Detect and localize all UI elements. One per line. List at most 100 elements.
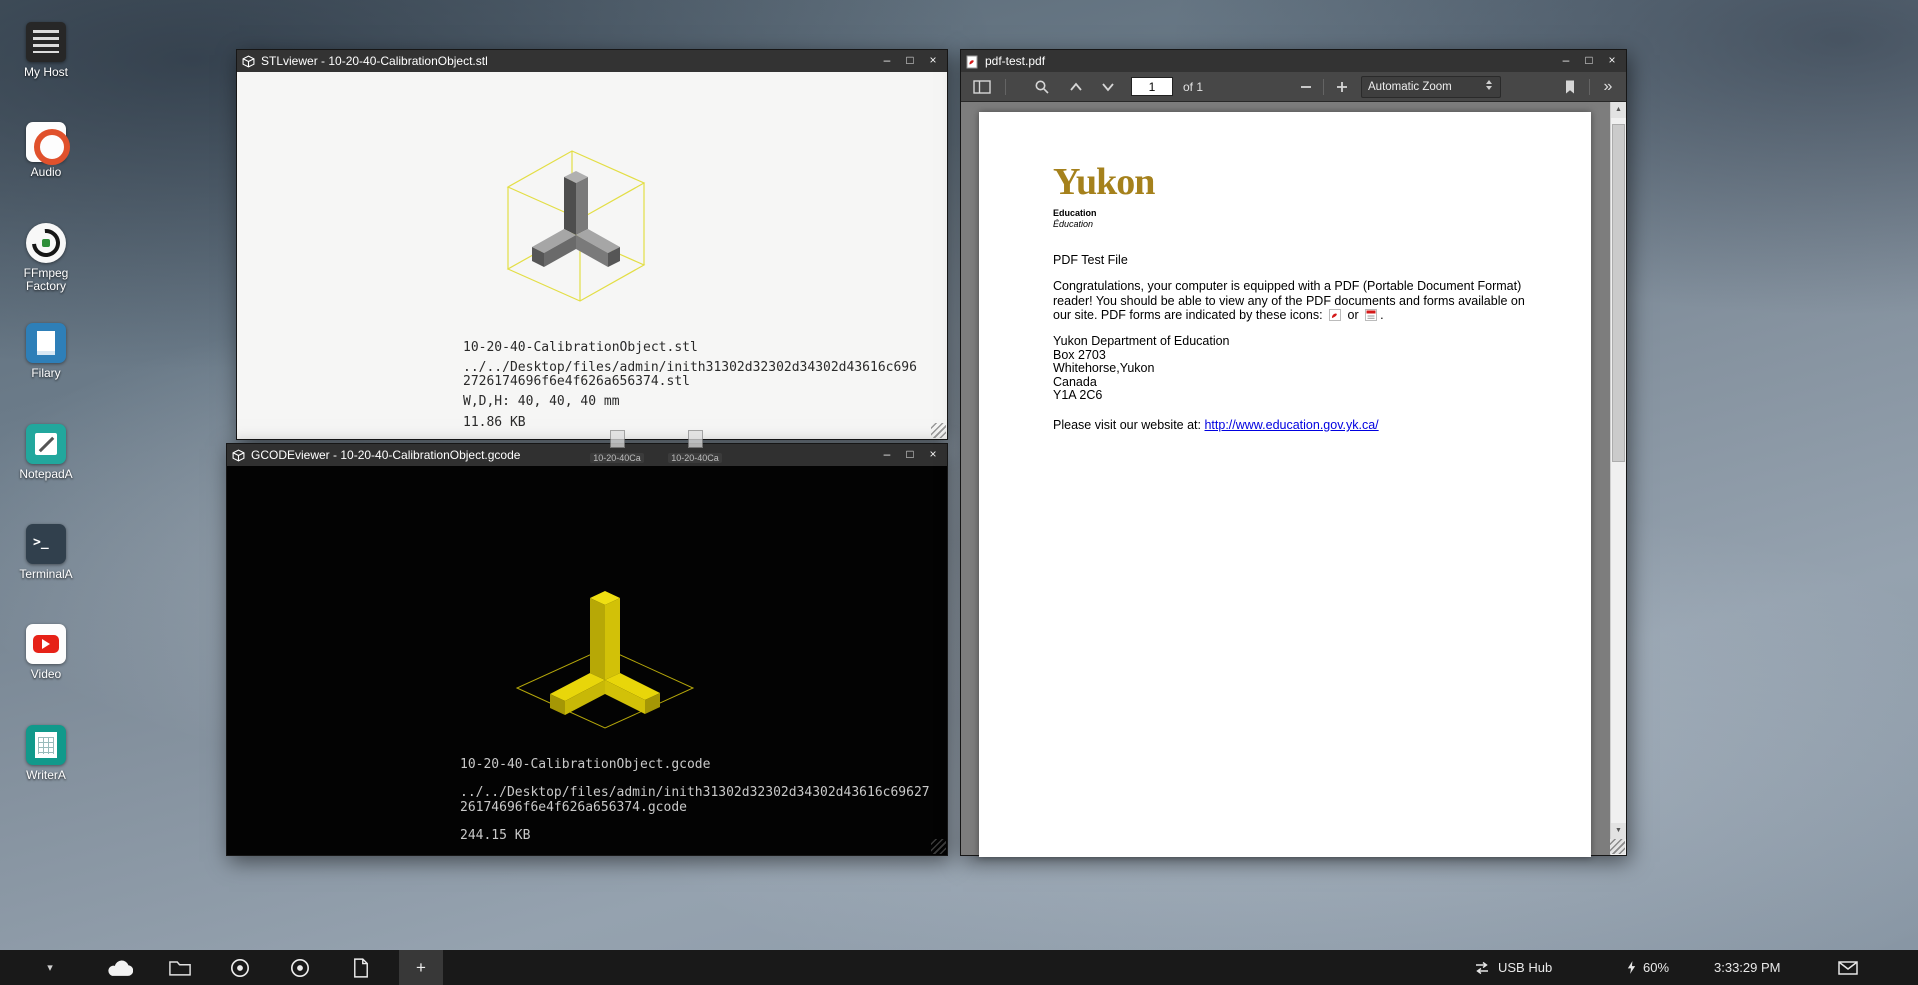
mail-tray-item[interactable] — [1838, 950, 1858, 985]
zoom-in-button[interactable] — [1329, 76, 1355, 98]
taskbar-pdf-button[interactable] — [339, 950, 383, 985]
taskbar-cloud-button[interactable] — [97, 950, 141, 985]
pdf-viewer-window: pdf-test.pdf – □ × of 1 — [960, 49, 1627, 856]
stl-filename: 10-20-40-CalibrationObject.stl — [463, 340, 698, 355]
search-button[interactable] — [1029, 76, 1055, 98]
desktop-icon-notepada[interactable]: NotepadA — [6, 424, 86, 481]
gcode-3d-model — [505, 584, 705, 734]
minimize-button[interactable]: – — [1557, 52, 1575, 70]
pdf-scrollbar[interactable]: ▲ ▼ — [1610, 102, 1626, 855]
taskbar-new-button[interactable]: + — [399, 950, 443, 985]
address-line: Box 2703 — [1053, 349, 1230, 363]
minimize-button[interactable]: – — [878, 52, 896, 70]
website-link[interactable]: http://www.education.gov.yk.ca/ — [1204, 418, 1378, 432]
gcode-path-line2: 26174696f6e4f626a656374.gcode — [460, 800, 687, 815]
document-heading: PDF Test File — [1053, 253, 1128, 267]
gcode-viewer-window: GCODEviewer - 10-20-40-CalibrationObject… — [226, 443, 948, 856]
zoom-out-button[interactable] — [1293, 76, 1319, 98]
file-page-icon — [610, 430, 625, 448]
gcode-window-titlebar[interactable]: GCODEviewer - 10-20-40-CalibrationObject… — [227, 444, 947, 466]
desktop-icon-filary[interactable]: Filary — [6, 323, 86, 380]
stl-window-titlebar[interactable]: STLviewer - 10-20-40-CalibrationObject.s… — [237, 50, 947, 72]
desktop-icon-label: Video — [6, 668, 86, 681]
gcode-filename: 10-20-40-CalibrationObject.gcode — [460, 757, 710, 772]
gcode-viewport[interactable]: 10-20-40-CalibrationObject.gcode ../../D… — [227, 466, 947, 855]
usb-arrows-icon — [1472, 961, 1492, 975]
pdf-file-icon — [966, 55, 979, 68]
resize-grip[interactable] — [931, 839, 946, 854]
pdf-form-icon — [1365, 309, 1377, 325]
scroll-down-arrow[interactable]: ▼ — [1611, 823, 1626, 839]
website-label: Please visit our website at: — [1053, 418, 1201, 432]
address-line: Canada — [1053, 376, 1230, 390]
window-title: GCODEviewer - 10-20-40-CalibrationObject… — [251, 448, 873, 462]
video-icon — [26, 624, 66, 664]
cloud-icon — [105, 957, 133, 978]
desktop-icon-video[interactable]: Video — [6, 624, 86, 681]
maximize-button[interactable]: □ — [1580, 52, 1598, 70]
resize-grip[interactable] — [931, 423, 946, 438]
desktop-icon-ffmpeg-factory[interactable]: FFmpeg Factory — [6, 223, 86, 293]
folder-icon — [169, 959, 191, 976]
close-button[interactable]: × — [924, 446, 942, 464]
document-paragraph: Congratulations, your computer is equipp… — [1053, 279, 1525, 325]
page-number-input[interactable] — [1131, 77, 1173, 96]
pdf-page: Yukon Education Éducation PDF Test File … — [979, 112, 1591, 857]
stl-dimensions: W,D,H: 40, 40, 40 mm — [463, 394, 620, 409]
desktop-icon-label: FFmpeg Factory — [6, 267, 86, 293]
clock: 3:33:29 PM — [1714, 950, 1781, 985]
app-circle-icon — [230, 958, 250, 978]
gcode-file-size: 244.15 KB — [460, 828, 530, 843]
toolbar-separator — [1005, 79, 1006, 95]
paragraph-text: or — [1348, 308, 1359, 322]
minimize-button[interactable]: – — [878, 446, 896, 464]
window-title: STLviewer - 10-20-40-CalibrationObject.s… — [261, 54, 873, 68]
resize-grip[interactable] — [1610, 839, 1625, 854]
desktop-icon-label: Filary — [6, 367, 86, 380]
my-host-icon — [26, 22, 66, 62]
close-button[interactable]: × — [1603, 52, 1621, 70]
stl-path-line2: 2726174696f6e4f626a656374.stl — [463, 374, 690, 389]
taskbar: ▾ + USB Hub 60% 3:33:29 PM — [0, 950, 1918, 985]
pdf-toolbar: of 1 Automatic Zoom » — [961, 72, 1626, 102]
power-bolt-icon — [1626, 960, 1637, 975]
maximize-button[interactable]: □ — [901, 52, 919, 70]
battery-tray-item[interactable]: 60% — [1626, 950, 1669, 985]
maximize-button[interactable]: □ — [901, 446, 919, 464]
usb-hub-tray-item[interactable]: USB Hub — [1472, 950, 1552, 985]
terminal-prompt-glyph: >_ — [33, 535, 49, 550]
hidden-file-icon[interactable]: 10-20-40Ca — [668, 430, 722, 466]
zoom-select[interactable]: Automatic Zoom — [1361, 76, 1501, 98]
scroll-up-arrow[interactable]: ▲ — [1611, 102, 1626, 118]
desktop-icon-my-host[interactable]: My Host — [6, 22, 86, 79]
page-count-label: of 1 — [1183, 80, 1203, 94]
hidden-file-icon[interactable]: 10-20-40Ca — [590, 430, 644, 466]
secondary-toolbar-button[interactable]: » — [1595, 76, 1621, 98]
desktop-icon-audio[interactable]: Audio — [6, 122, 86, 179]
app-circle-icon — [290, 958, 310, 978]
taskbar-gcodeviewer-button[interactable] — [278, 950, 322, 985]
taskbar-file-manager-button[interactable] — [158, 950, 202, 985]
stl-file-size: 11.86 KB — [463, 415, 526, 430]
logo-subtitle-education-fr: Éducation — [1053, 219, 1093, 229]
address-line: Whitehorse,Yukon — [1053, 362, 1230, 376]
bookmark-button[interactable] — [1557, 76, 1583, 98]
scrollbar-thumb[interactable] — [1612, 124, 1625, 462]
toolbar-separator — [1589, 79, 1590, 95]
close-button[interactable]: × — [924, 52, 942, 70]
previous-page-button[interactable] — [1063, 76, 1089, 98]
stl-path-line1: ../../Desktop/files/admin/inith31302d323… — [463, 360, 917, 375]
cube-icon — [242, 55, 255, 68]
pdf-window-titlebar[interactable]: pdf-test.pdf – □ × — [961, 50, 1626, 72]
filary-icon — [26, 323, 66, 363]
next-page-button[interactable] — [1095, 76, 1121, 98]
sidebar-toggle-button[interactable] — [969, 76, 995, 98]
address-block: Yukon Department of Education Box 2703 W… — [1053, 335, 1230, 403]
stl-viewport[interactable]: 10-20-40-CalibrationObject.stl ../../Des… — [237, 72, 947, 439]
stl-3d-model — [496, 145, 656, 317]
taskbar-stlviewer-button[interactable] — [218, 950, 262, 985]
desktop-icon-writera[interactable]: WriterA — [6, 725, 86, 782]
ffmpeg-factory-icon — [26, 223, 66, 263]
taskbar-collapse-button[interactable]: ▾ — [38, 950, 62, 985]
desktop-icon-terminala[interactable]: >_ TerminalA — [6, 524, 86, 581]
